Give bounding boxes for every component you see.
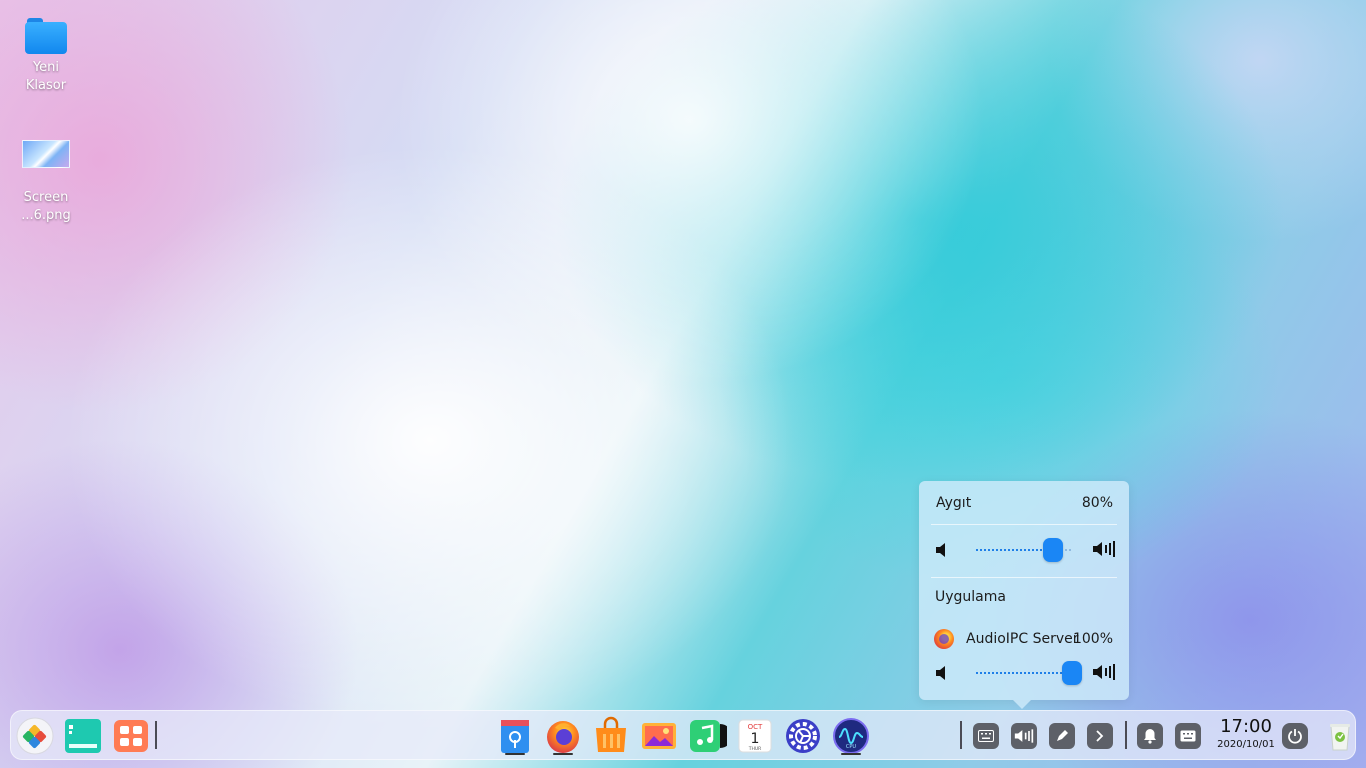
trash-button[interactable] bbox=[1323, 719, 1357, 753]
app-name: AudioIPC Server bbox=[966, 631, 1079, 647]
image-file-icon bbox=[22, 140, 70, 168]
dock: OCT 1 THUR CPU 17:00 2020/10/01 bbox=[10, 710, 1356, 760]
app-volume-percent: 100% bbox=[1072, 631, 1113, 647]
calendar-month: OCT bbox=[748, 723, 763, 731]
notification-icon bbox=[1144, 729, 1156, 744]
pen-icon bbox=[1057, 730, 1068, 741]
dock-control-center[interactable] bbox=[783, 716, 823, 756]
volume-low-icon[interactable] bbox=[934, 542, 952, 558]
onscreen-keyboard-icon bbox=[978, 730, 994, 742]
volume-high-icon[interactable] bbox=[1092, 541, 1116, 557]
divider bbox=[931, 524, 1117, 525]
dock-music[interactable] bbox=[687, 716, 732, 756]
app-volume-slider-handle[interactable] bbox=[1062, 661, 1082, 685]
cpu-label: CPU bbox=[846, 744, 857, 750]
store-bag-icon bbox=[596, 716, 626, 752]
pen-tool-button[interactable] bbox=[1049, 723, 1075, 749]
app-store-icon bbox=[501, 720, 529, 753]
music-icon bbox=[690, 720, 732, 752]
onscreen-keyboard-button[interactable] bbox=[973, 723, 999, 749]
dock-firefox[interactable] bbox=[543, 716, 583, 756]
running-indicator bbox=[841, 753, 861, 755]
firefox-icon bbox=[934, 629, 954, 649]
dock-system-monitor[interactable]: CPU bbox=[831, 716, 871, 756]
dock-calendar[interactable]: OCT 1 THUR bbox=[735, 716, 775, 756]
keyboard-layout-icon bbox=[1180, 730, 1196, 742]
launcher-button[interactable] bbox=[15, 716, 55, 756]
desktop-file-screenshot[interactable]: Screen ...6.png bbox=[6, 136, 86, 226]
expand-tray-button[interactable] bbox=[1087, 723, 1113, 749]
power-icon bbox=[1288, 729, 1302, 744]
dock-separator bbox=[155, 721, 157, 749]
desktop-icon-label: Klasor bbox=[25, 78, 67, 93]
expand-arrow-icon bbox=[1096, 730, 1104, 742]
control-center-icon bbox=[786, 719, 820, 753]
multitasking-view-icon bbox=[114, 720, 148, 752]
keyboard-layout-button[interactable] bbox=[1175, 723, 1201, 749]
desktop-icon-label: ...6.png bbox=[21, 208, 71, 223]
system-monitor-icon: CPU bbox=[833, 718, 869, 754]
device-volume-percent: 80% bbox=[1081, 495, 1113, 511]
volume-high-icon[interactable] bbox=[1092, 664, 1116, 680]
volume-popup: Aygıt 80% Uygulama AudioIPC Server 100% bbox=[919, 481, 1129, 709]
launcher-icon bbox=[16, 717, 54, 755]
volume-low-icon[interactable] bbox=[934, 665, 952, 681]
folder-icon bbox=[25, 18, 67, 54]
running-indicator bbox=[553, 753, 573, 755]
dock-image-viewer[interactable] bbox=[639, 716, 679, 756]
apps-section-label: Uygulama bbox=[935, 589, 1006, 605]
power-button[interactable] bbox=[1282, 723, 1308, 749]
device-volume-slider-handle[interactable] bbox=[1043, 538, 1063, 562]
volume-tray-button[interactable] bbox=[1011, 723, 1037, 749]
dock-separator bbox=[960, 721, 962, 749]
volume-icon bbox=[1014, 729, 1034, 743]
image-viewer-icon bbox=[642, 723, 676, 749]
notification-button[interactable] bbox=[1137, 723, 1163, 749]
firefox-icon bbox=[547, 721, 579, 753]
trash-icon bbox=[1330, 724, 1350, 751]
calendar-weekday: THUR bbox=[748, 746, 762, 752]
desktop-folder-yeni-klasor[interactable]: Yeni Klasor bbox=[6, 18, 86, 96]
app-volume-slider[interactable] bbox=[976, 672, 1072, 674]
deepin-terminal-icon bbox=[65, 719, 101, 753]
desktop-icon-label: Yeni bbox=[32, 60, 60, 75]
device-row: Aygıt 80% bbox=[919, 495, 1129, 515]
terminal-button[interactable] bbox=[63, 716, 103, 756]
dock-app-store[interactable] bbox=[495, 716, 535, 756]
clock-time: 17:00 bbox=[1220, 716, 1272, 737]
calendar-day: 1 bbox=[751, 731, 760, 747]
multitasking-button[interactable] bbox=[111, 716, 151, 756]
device-volume-slider[interactable] bbox=[976, 549, 1053, 551]
running-indicator bbox=[505, 753, 525, 755]
clock-date: 2020/10/01 bbox=[1217, 739, 1275, 750]
calendar-icon: OCT 1 THUR bbox=[738, 719, 772, 753]
dock-separator bbox=[1125, 721, 1127, 749]
desktop: { "desktop": { "icons": [ {"label_line1"… bbox=[0, 0, 1366, 768]
device-label: Aygıt bbox=[936, 495, 972, 511]
desktop-icon-label: Screen bbox=[23, 190, 69, 205]
dock-store-bag[interactable] bbox=[591, 716, 631, 756]
clock[interactable]: 17:00 2020/10/01 bbox=[1211, 716, 1281, 751]
divider bbox=[931, 577, 1117, 578]
